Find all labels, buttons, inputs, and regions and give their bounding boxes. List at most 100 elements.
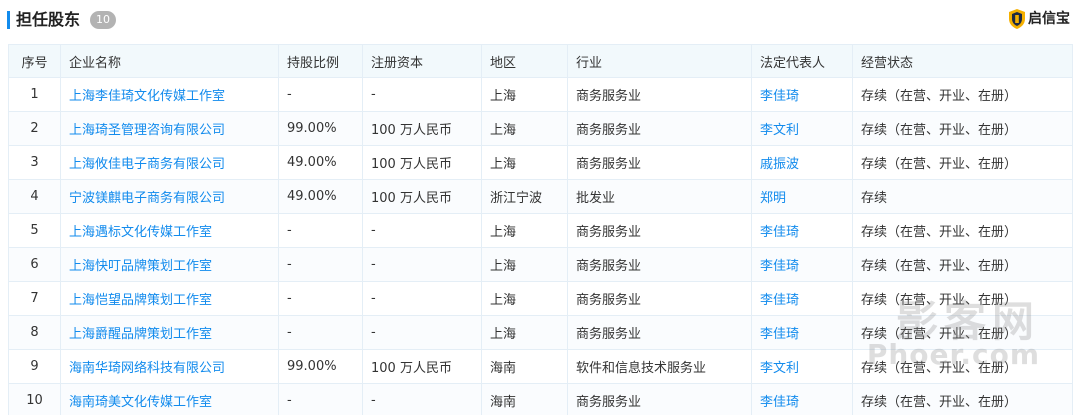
- table-cell: 存续（在营、开业、在册）: [852, 281, 1073, 316]
- table-cell: 上海: [481, 213, 568, 248]
- table-cell: 批发业: [567, 179, 752, 214]
- table-row: 2 上海琦圣管理咨询有限公司 99.00% 100 万人民币 上海 商务服务业 李文利 存续（…: [8, 111, 1073, 146]
- table-cell: 5: [8, 213, 61, 248]
- company-name-link[interactable]: 上海恺望品牌策划工作室: [69, 293, 212, 308]
- table-cell: 100 万人民币: [362, 111, 482, 146]
- share-ratio: -: [287, 291, 292, 306]
- table-cell: 99.00%: [278, 111, 363, 146]
- table-cell: 存续（在营、开业、在册）: [852, 145, 1073, 180]
- table-cell: 郑明: [751, 179, 853, 214]
- section-header: 担任股东 10 启信宝: [0, 0, 1080, 42]
- table-cell: 商务服务业: [567, 247, 752, 282]
- table-row: 6 上海快叮品牌策划工作室 - - 上海 商务服务业 李佳琦 存续（在营、开业、在册）: [8, 247, 1073, 282]
- legal-rep-link[interactable]: 李佳琦: [760, 259, 799, 274]
- company-name-link[interactable]: 上海李佳琦文化传媒工作室: [69, 89, 225, 104]
- company-name-link[interactable]: 宁波镁麒电子商务有限公司: [69, 191, 225, 206]
- table-row: 1 上海李佳琦文化传媒工作室 - - 上海 商务服务业 李佳琦 存续（在营、开业、在册）: [8, 77, 1073, 112]
- share-ratio: 99.00%: [287, 121, 337, 136]
- company-name-link[interactable]: 上海快叮品牌策划工作室: [69, 259, 212, 274]
- table-cell: -: [362, 247, 482, 282]
- table-cell: 10: [8, 383, 61, 415]
- share-ratio: -: [287, 87, 292, 102]
- region: 浙江宁波: [490, 191, 543, 206]
- table-cell: -: [362, 77, 482, 112]
- table-cell: 商务服务业: [567, 213, 752, 248]
- table-row: 9 海南华琦网络科技有限公司 99.00% 100 万人民币 海南 软件和信息技术服务业 李…: [8, 349, 1073, 384]
- table-cell: -: [278, 281, 363, 316]
- legal-rep-link[interactable]: 李佳琦: [760, 293, 799, 308]
- table-cell: 存续（在营、开业、在册）: [852, 213, 1073, 248]
- table-cell: -: [278, 383, 363, 415]
- row-index: 7: [30, 291, 39, 306]
- registered-capital: 100 万人民币: [371, 123, 452, 138]
- industry: 商务服务业: [576, 157, 642, 172]
- share-ratio: 99.00%: [287, 359, 337, 374]
- table-cell: 上海: [481, 77, 568, 112]
- company-name-link[interactable]: 海南琦美文化传媒工作室: [69, 395, 212, 410]
- row-index: 1: [30, 87, 39, 102]
- table-cell: 上海: [481, 111, 568, 146]
- table-cell: 100 万人民币: [362, 349, 482, 384]
- column-header: 注册资本: [362, 44, 482, 78]
- table-cell: 李佳琦: [751, 213, 853, 248]
- share-ratio: -: [287, 257, 292, 272]
- registered-capital: -: [371, 291, 376, 306]
- table-row: 8 上海爵醒品牌策划工作室 - - 上海 商务服务业 李佳琦 存续（在营、开业、在册）: [8, 315, 1073, 350]
- table-cell: 存续（在营、开业、在册）: [852, 247, 1073, 282]
- company-name-link[interactable]: 上海爵醒品牌策划工作室: [69, 327, 212, 342]
- business-status: 存续（在营、开业、在册）: [861, 361, 1018, 376]
- business-status: 存续（在营、开业、在册）: [861, 259, 1018, 274]
- industry: 商务服务业: [576, 259, 642, 274]
- table-cell: 海南: [481, 383, 568, 415]
- business-status: 存续（在营、开业、在册）: [861, 395, 1018, 410]
- table-cell: 上海爵醒品牌策划工作室: [60, 315, 279, 350]
- registered-capital: 100 万人民币: [371, 191, 452, 206]
- brand-logo[interactable]: 启信宝: [1009, 8, 1070, 30]
- table-cell: -: [362, 315, 482, 350]
- business-status: 存续: [861, 191, 888, 206]
- table-row: 7 上海恺望品牌策划工作室 - - 上海 商务服务业 李佳琦 存续（在营、开业、在册）: [8, 281, 1073, 316]
- table-cell: 存续（在营、开业、在册）: [852, 111, 1073, 146]
- table-cell: -: [362, 213, 482, 248]
- legal-rep-link[interactable]: 李佳琦: [760, 395, 799, 410]
- legal-rep-link[interactable]: 李文利: [760, 361, 799, 376]
- table-cell: 8: [8, 315, 61, 350]
- legal-rep-link[interactable]: 戚振波: [760, 157, 799, 172]
- table-cell: 软件和信息技术服务业: [567, 349, 752, 384]
- company-name-link[interactable]: 上海攸佳电子商务有限公司: [69, 157, 225, 172]
- legal-rep-link[interactable]: 李佳琦: [760, 89, 799, 104]
- section-title: 担任股东: [16, 10, 81, 29]
- table-cell: 上海: [481, 145, 568, 180]
- registered-capital: 100 万人民币: [371, 157, 452, 172]
- region: 上海: [490, 225, 517, 240]
- brand-name: 启信宝: [1028, 11, 1070, 27]
- column-header: 地区: [481, 44, 568, 78]
- table-cell: 商务服务业: [567, 281, 752, 316]
- table-cell: 上海快叮品牌策划工作室: [60, 247, 279, 282]
- registered-capital: -: [371, 325, 376, 340]
- company-name-link[interactable]: 上海琦圣管理咨询有限公司: [69, 123, 225, 138]
- legal-rep-link[interactable]: 郑明: [760, 191, 786, 206]
- table-cell: 1: [8, 77, 61, 112]
- column-header: 企业名称: [60, 44, 279, 78]
- shareholder-table: 序号 企业名称 持股比例 注册资本 地区 行业 法定代表人 经营状态 1 上海李佳琦文化传媒工作…: [8, 44, 1073, 415]
- company-name-link[interactable]: 海南华琦网络科技有限公司: [69, 361, 225, 376]
- table-cell: 商务服务业: [567, 111, 752, 146]
- company-name-link[interactable]: 上海遇标文化传媒工作室: [69, 225, 212, 240]
- table-cell: -: [278, 77, 363, 112]
- business-status: 存续（在营、开业、在册）: [861, 123, 1018, 138]
- shield-icon: [1009, 9, 1025, 29]
- legal-rep-link[interactable]: 李佳琦: [760, 327, 799, 342]
- table-cell: 海南华琦网络科技有限公司: [60, 349, 279, 384]
- table-cell: 浙江宁波: [481, 179, 568, 214]
- table-cell: 李佳琦: [751, 281, 853, 316]
- legal-rep-link[interactable]: 李文利: [760, 123, 799, 138]
- table-cell: 李佳琦: [751, 247, 853, 282]
- row-index: 2: [30, 121, 39, 136]
- region: 上海: [490, 259, 517, 274]
- table-cell: -: [278, 247, 363, 282]
- column-header: 法定代表人: [751, 44, 853, 78]
- region: 上海: [490, 327, 517, 342]
- legal-rep-link[interactable]: 李佳琦: [760, 225, 799, 240]
- industry: 商务服务业: [576, 293, 642, 308]
